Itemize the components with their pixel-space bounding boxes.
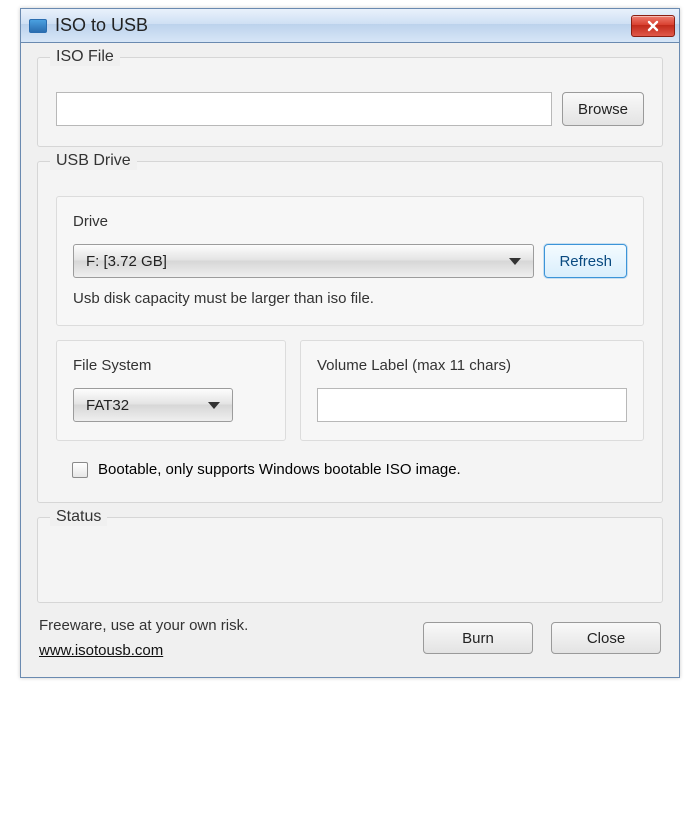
close-button[interactable]: Close: [551, 622, 661, 654]
bootable-row[interactable]: Bootable, only supports Windows bootable…: [56, 455, 644, 482]
titlebar[interactable]: ISO to USB: [21, 9, 679, 43]
drive-label: Drive: [73, 213, 627, 230]
window-title: ISO to USB: [55, 15, 631, 36]
volume-subsection: Volume Label (max 11 chars): [300, 340, 644, 441]
app-window: ISO to USB ISO File Browse USB Drive Dri…: [20, 8, 680, 678]
usb-drive-label: USB Drive: [50, 152, 137, 170]
drive-hint: Usb disk capacity must be larger than is…: [73, 290, 627, 307]
bootable-checkbox[interactable]: [72, 462, 88, 478]
app-icon: [29, 19, 47, 33]
drive-subsection: Drive F: [3.72 GB] Refresh Usb disk capa…: [56, 196, 644, 326]
close-icon: [646, 19, 660, 33]
iso-file-group: ISO File Browse: [37, 57, 663, 147]
window-body: ISO File Browse USB Drive Drive F: [3.72…: [21, 43, 679, 677]
usb-drive-group: USB Drive Drive F: [3.72 GB] Refresh Usb…: [37, 161, 663, 503]
chevron-down-icon: [208, 402, 220, 409]
drive-select-value: F: [3.72 GB]: [86, 253, 167, 270]
iso-file-label: ISO File: [50, 48, 120, 66]
website-link[interactable]: www.isotousb.com: [39, 642, 163, 659]
filesystem-subsection: File System FAT32: [56, 340, 286, 441]
browse-button[interactable]: Browse: [562, 92, 644, 126]
filesystem-select[interactable]: FAT32: [73, 388, 233, 422]
footer: Freeware, use at your own risk. www.isot…: [37, 617, 663, 659]
window-close-button[interactable]: [631, 15, 675, 37]
freeware-text: Freeware, use at your own risk.: [39, 617, 423, 634]
burn-button[interactable]: Burn: [423, 622, 533, 654]
status-label: Status: [50, 508, 107, 526]
filesystem-label: File System: [73, 357, 269, 374]
volume-input[interactable]: [317, 388, 627, 422]
refresh-button[interactable]: Refresh: [544, 244, 627, 278]
bootable-label: Bootable, only supports Windows bootable…: [98, 461, 461, 478]
status-group: Status: [37, 517, 663, 603]
volume-label: Volume Label (max 11 chars): [317, 357, 627, 374]
filesystem-value: FAT32: [86, 397, 129, 414]
iso-path-input[interactable]: [56, 92, 552, 126]
drive-select[interactable]: F: [3.72 GB]: [73, 244, 534, 278]
chevron-down-icon: [509, 258, 521, 265]
